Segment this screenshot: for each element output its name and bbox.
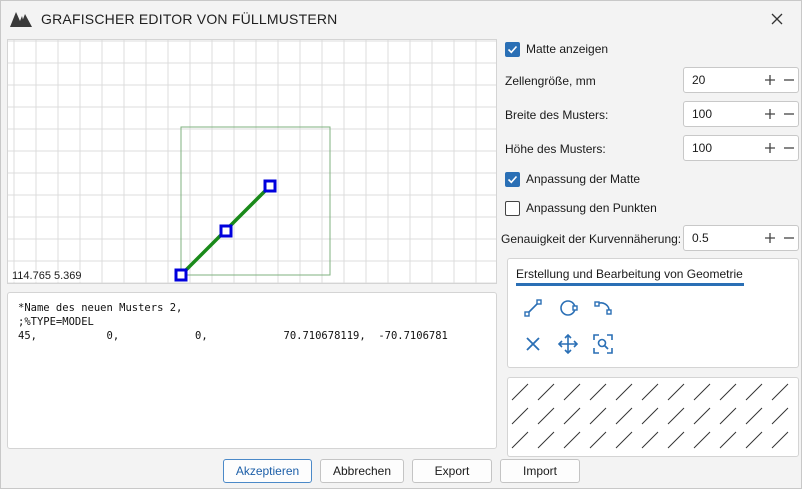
pattern-height-stepper[interactable] <box>683 135 799 161</box>
pattern-height-label: Höhe des Musters: <box>505 142 606 156</box>
geometry-panel-accent <box>516 283 744 286</box>
minus-icon[interactable] <box>779 104 798 124</box>
code-line: *Name des neuen Musters 2, <box>18 302 183 314</box>
segment-point <box>219 224 233 238</box>
snap-mat-option[interactable]: Anpassung der Matte <box>505 169 640 189</box>
curve-precision-input[interactable] <box>692 231 760 245</box>
pattern-width-stepper[interactable] <box>683 101 799 127</box>
zoom-fit-icon[interactable] <box>590 331 616 357</box>
show-mat-checkbox[interactable] <box>505 41 520 57</box>
segment-point <box>263 179 277 193</box>
checkmark-icon <box>507 45 518 53</box>
checkmark-icon <box>507 175 518 183</box>
options-panel: Matte anzeigen Zellengröße, mm Breite de… <box>501 37 801 457</box>
circle-tool-icon[interactable] <box>555 295 581 321</box>
geometry-panel: Erstellung und Bearbeitung von Geometrie <box>507 258 799 368</box>
app-logo-icon <box>10 12 32 27</box>
cell-size-input[interactable] <box>692 73 760 87</box>
import-button[interactable]: Import <box>500 459 580 483</box>
curve-precision-label: Genauigkeit der Kurvennäherung: <box>501 232 682 246</box>
snap-mat-checkbox[interactable] <box>505 171 520 187</box>
window-title: GRAFISCHER EDITOR VON FÜLLMUSTERN <box>41 11 338 27</box>
show-mat-label: Matte anzeigen <box>526 42 609 56</box>
grid-lines <box>8 40 496 283</box>
curve-precision-stepper[interactable] <box>683 225 799 251</box>
geometry-panel-title: Erstellung und Bearbeitung von Geometrie <box>516 267 743 281</box>
code-line: ;%TYPE=MODEL <box>18 316 94 328</box>
segment-point <box>174 268 188 282</box>
minus-icon[interactable] <box>779 138 798 158</box>
title-bar: GRAFISCHER EDITOR VON FÜLLMUSTERN <box>1 1 801 37</box>
hatch-preview <box>511 383 789 449</box>
plus-icon[interactable] <box>760 138 779 158</box>
line-tool-icon[interactable] <box>520 295 546 321</box>
pattern-definition-text[interactable]: *Name des neuen Musters 2, ;%TYPE=MODEL 45… <box>7 292 497 449</box>
cell-size-label: Zellengröße, mm <box>505 74 596 88</box>
pattern-width-input[interactable] <box>692 107 760 121</box>
snap-mat-label: Anpassung der Matte <box>526 172 641 186</box>
pattern-editor-window: GRAFISCHER EDITOR VON FÜLLMUSTERN 114.76… <box>0 0 802 489</box>
cell-size-stepper[interactable] <box>683 67 799 93</box>
cancel-button[interactable]: Abbrechen <box>320 459 404 483</box>
pattern-grid[interactable] <box>8 40 497 284</box>
minus-icon[interactable] <box>779 70 798 90</box>
show-mat-option[interactable]: Matte anzeigen <box>505 39 608 59</box>
export-button[interactable]: Export <box>412 459 492 483</box>
close-icon[interactable] <box>767 9 787 29</box>
cursor-coordinates: 114.765 5.369 <box>12 270 82 282</box>
plus-icon[interactable] <box>760 70 779 90</box>
pattern-width-label: Breite des Musters: <box>505 108 609 122</box>
snap-points-checkbox[interactable] <box>505 200 520 216</box>
snap-points-option[interactable]: Anpassung den Punkten <box>505 198 657 218</box>
snap-points-label: Anpassung den Punkten <box>526 201 657 215</box>
accept-button[interactable]: Akzeptieren <box>223 459 312 483</box>
minus-icon[interactable] <box>779 228 798 248</box>
pattern-height-input[interactable] <box>692 141 760 155</box>
delete-icon[interactable] <box>520 331 546 357</box>
arc-tool-icon[interactable] <box>590 295 616 321</box>
plus-icon[interactable] <box>760 228 779 248</box>
code-line: 45, 0, 0, 70.710678119, -70.7106781 <box>18 330 448 342</box>
drawing-canvas[interactable]: 114.765 5.369 <box>7 39 497 284</box>
plus-icon[interactable] <box>760 104 779 124</box>
move-icon[interactable] <box>555 331 581 357</box>
pattern-preview <box>507 377 799 457</box>
